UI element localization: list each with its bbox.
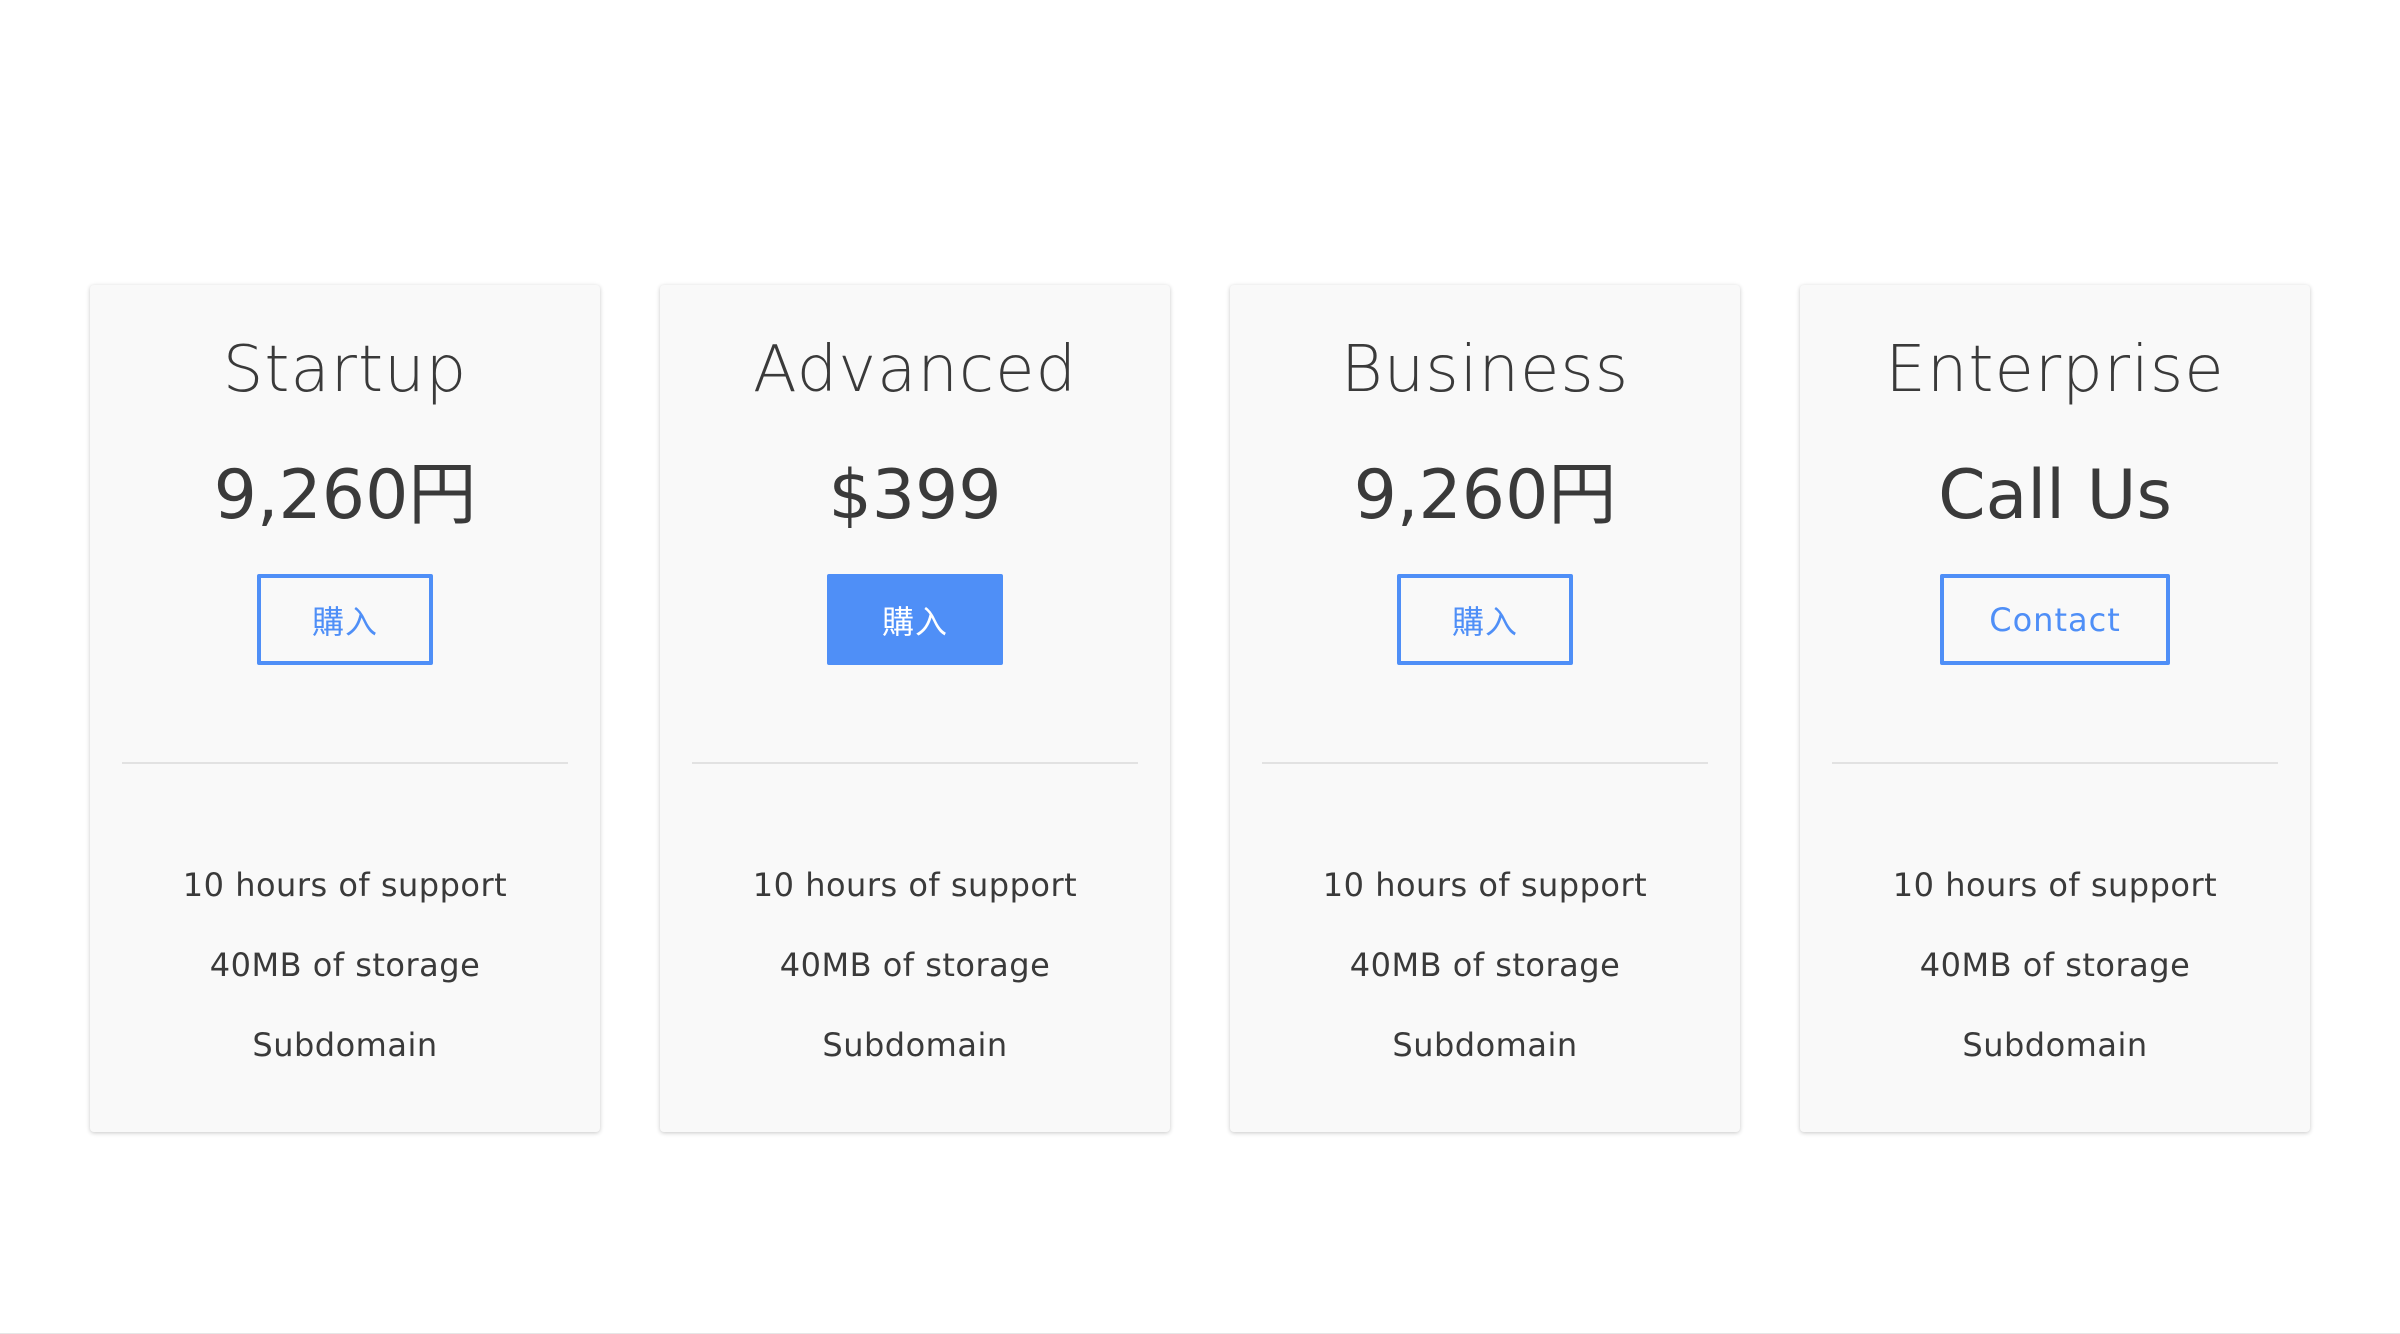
pricing-card-advanced: Advanced $399 購入 10 hours of support 40M… — [660, 285, 1170, 1132]
buy-button[interactable]: 購入 — [257, 574, 433, 665]
plan-name: Advanced — [752, 333, 1078, 407]
feature-item: 40MB of storage — [1919, 946, 2191, 984]
feature-item: 40MB of storage — [1349, 946, 1621, 984]
pricing-section: Startup 9,260円 購入 10 hours of support 40… — [0, 0, 2400, 1334]
feature-item: 10 hours of support — [1322, 866, 1648, 904]
feature-item: 40MB of storage — [209, 946, 481, 984]
feature-item: Subdomain — [1962, 1026, 2148, 1064]
feature-item: Subdomain — [252, 1026, 438, 1064]
contact-button[interactable]: Contact — [1940, 574, 2170, 665]
feature-list: 10 hours of support 40MB of storage Subd… — [1230, 845, 1740, 1085]
pricing-card-enterprise: Enterprise Call Us Contact 10 hours of s… — [1800, 285, 2310, 1132]
card-divider — [1832, 762, 2278, 764]
feature-item: 10 hours of support — [1892, 866, 2218, 904]
feature-item: 10 hours of support — [752, 866, 1078, 904]
plan-price: $399 — [828, 456, 1002, 535]
feature-item: Subdomain — [1392, 1026, 1578, 1064]
buy-button[interactable]: 購入 — [1397, 574, 1573, 665]
feature-item: 10 hours of support — [182, 866, 508, 904]
pricing-card-startup: Startup 9,260円 購入 10 hours of support 40… — [90, 285, 600, 1132]
card-divider — [692, 762, 1138, 764]
plan-name: Enterprise — [1885, 333, 2225, 407]
feature-list: 10 hours of support 40MB of storage Subd… — [1800, 845, 2310, 1085]
card-divider — [1262, 762, 1708, 764]
feature-list: 10 hours of support 40MB of storage Subd… — [660, 845, 1170, 1085]
feature-item: Subdomain — [822, 1026, 1008, 1064]
plan-price: Call Us — [1938, 456, 2172, 535]
feature-list: 10 hours of support 40MB of storage Subd… — [90, 845, 600, 1085]
pricing-card-business: Business 9,260円 購入 10 hours of support 4… — [1230, 285, 1740, 1132]
plan-name: Business — [1340, 333, 1630, 407]
plan-name: Startup — [222, 333, 468, 407]
plan-price: 9,260円 — [213, 456, 477, 535]
feature-item: 40MB of storage — [779, 946, 1051, 984]
card-divider — [122, 762, 568, 764]
buy-button[interactable]: 購入 — [827, 574, 1003, 665]
plan-price: 9,260円 — [1353, 456, 1617, 535]
